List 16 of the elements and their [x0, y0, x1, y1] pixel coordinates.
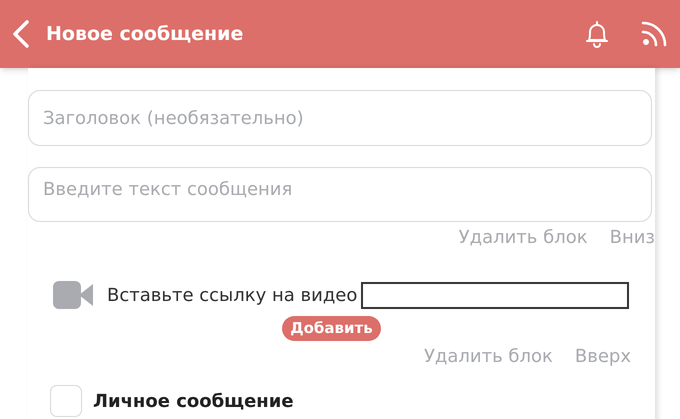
video-link-input-field[interactable]	[361, 282, 630, 308]
back-icon[interactable]	[12, 19, 30, 49]
video-link-label: Вставьте ссылку на видео	[107, 284, 358, 308]
add-button[interactable]: Добавить	[282, 316, 381, 341]
block-action-link[interactable]: Вверх	[574, 345, 631, 369]
notification-bell-icon[interactable]	[584, 20, 610, 48]
video-camera-icon	[53, 281, 93, 309]
rss-feed-icon[interactable]	[640, 20, 668, 48]
message-text-field[interactable]: Введите текст сообщения	[28, 167, 652, 222]
title-input-field[interactable]: Заголовок (необязательно)	[28, 90, 652, 146]
block-action-link[interactable]: Вниз	[610, 226, 655, 250]
page-title: Новое сообщение	[46, 22, 244, 47]
block-action-link[interactable]: Удалить блок	[458, 226, 588, 250]
private-message-label: Личное сообщение	[93, 390, 294, 414]
block-action-link[interactable]: Удалить блок	[424, 345, 553, 369]
private-message-checkbox[interactable]	[50, 385, 82, 417]
